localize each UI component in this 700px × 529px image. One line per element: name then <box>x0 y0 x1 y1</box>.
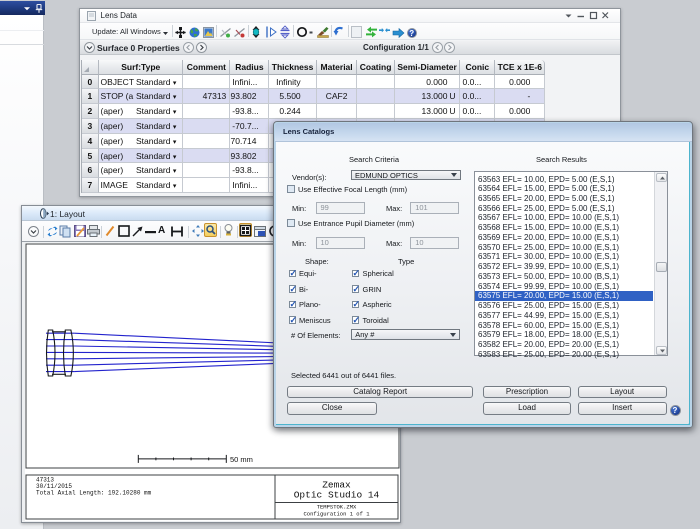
svg-text:Optic Studio 14: Optic Studio 14 <box>293 489 379 500</box>
svg-text:Configuration 1 of 1: Configuration 1 of 1 <box>303 510 370 517</box>
svg-text:TEMPSTOK.ZMX: TEMPSTOK.ZMX <box>316 503 356 510</box>
svg-text:50 mm: 50 mm <box>230 455 253 464</box>
svg-text:Total Axial Length: 192.10280: Total Axial Length: 192.10280 mm <box>36 489 152 496</box>
